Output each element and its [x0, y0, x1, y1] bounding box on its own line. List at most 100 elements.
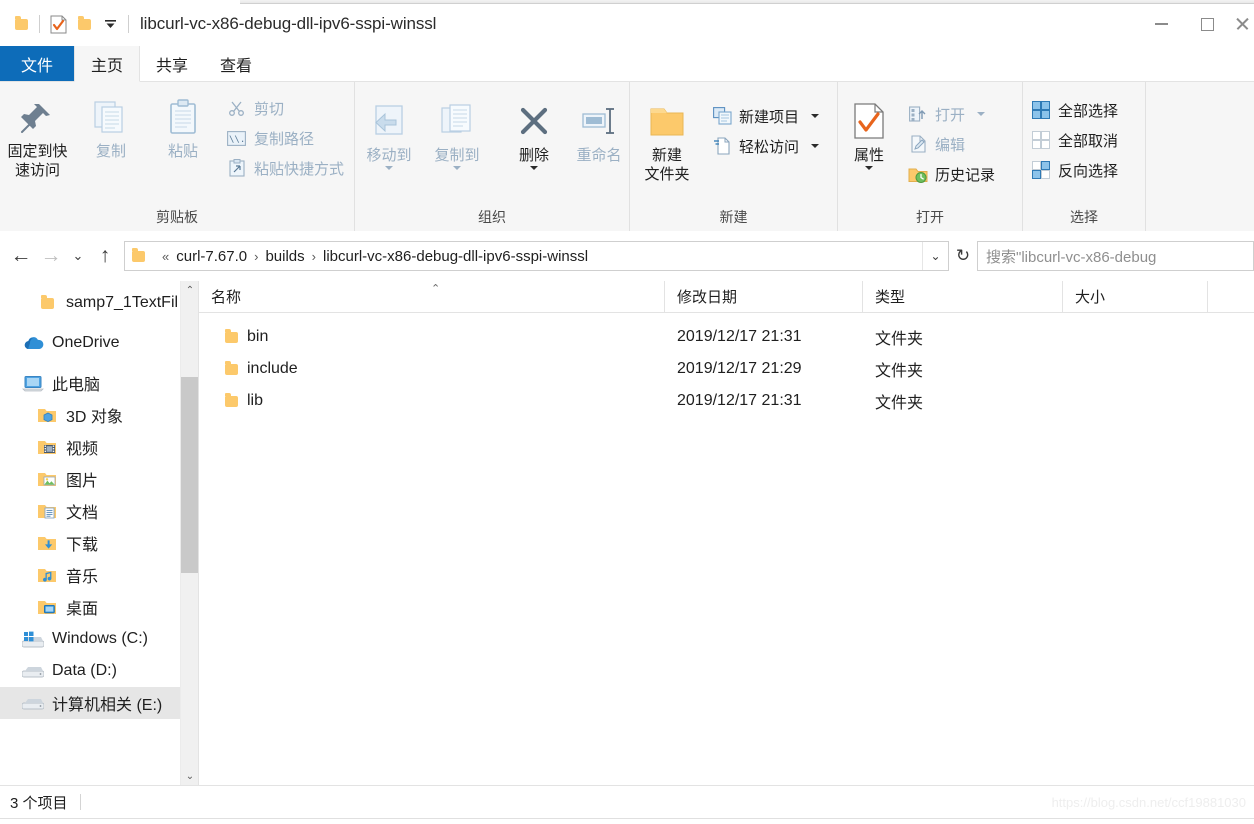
- breadcrumb-overflow[interactable]: «: [157, 249, 174, 264]
- sidebar-item-3d-objects[interactable]: 3D 对象: [0, 399, 198, 431]
- sidebar-item-pictures[interactable]: 图片: [0, 463, 198, 495]
- copy-button[interactable]: 复制: [75, 86, 147, 161]
- rename-label: 重命名: [563, 146, 635, 165]
- maximize-button[interactable]: [1184, 9, 1230, 39]
- move-to-button[interactable]: 移动到: [355, 90, 423, 170]
- copy-to-caret-icon[interactable]: [453, 166, 461, 170]
- customize-caret-icon[interactable]: [97, 11, 123, 37]
- new-folder-button[interactable]: 新建 文件夹: [630, 90, 704, 184]
- sidebar-item-label: 下载: [66, 531, 98, 555]
- sidebar-item-music[interactable]: 音乐: [0, 559, 198, 591]
- move-to-label: 移动到: [353, 146, 425, 165]
- breadcrumb-sep-0[interactable]: ›: [249, 249, 263, 264]
- new-item-button[interactable]: 新建项目: [708, 102, 823, 130]
- sidebar-item-samp7-1textfil[interactable]: samp7_1TextFil: [0, 287, 198, 319]
- folder-icon[interactable]: [8, 11, 34, 37]
- minimize-button[interactable]: [1138, 9, 1184, 39]
- sidebar-item-onedrive[interactable]: OneDrive: [0, 327, 198, 359]
- paste-shortcut-button[interactable]: 粘贴快捷方式: [223, 154, 348, 182]
- scissors-icon: [227, 98, 247, 118]
- up-button[interactable]: ↑: [90, 241, 120, 271]
- paste-shortcut-icon: [227, 158, 247, 178]
- folder-icon: [225, 396, 238, 407]
- address-folder-icon: [125, 251, 151, 262]
- easy-access-button[interactable]: 轻松访问: [708, 132, 823, 160]
- toolbar-divider-2: [128, 15, 129, 33]
- recent-locations-button[interactable]: ⌄: [66, 241, 90, 271]
- refresh-button[interactable]: ↻: [949, 241, 977, 271]
- scroll-thumb[interactable]: [181, 377, 198, 573]
- delete-button[interactable]: 删除: [503, 90, 565, 170]
- column-header-name[interactable]: 名称 ⌃: [199, 281, 665, 312]
- address-dropdown-icon[interactable]: ⌄: [922, 242, 948, 270]
- sidebar-item-downloads[interactable]: 下载: [0, 527, 198, 559]
- forward-button[interactable]: →: [36, 241, 66, 271]
- properties-caret-icon[interactable]: [865, 166, 873, 170]
- background-window-sliver: [240, 0, 1254, 4]
- pin-to-quick-access-button[interactable]: 固定到快 速访问: [0, 86, 75, 180]
- sidebar-item-windows-c[interactable]: Windows (C:): [0, 623, 198, 655]
- navigation-scrollbar[interactable]: ⌃ ⌄: [180, 281, 198, 785]
- edit-button[interactable]: 编辑: [904, 130, 999, 158]
- back-button[interactable]: ←: [6, 241, 36, 271]
- group-title-organize: 组织: [355, 207, 629, 231]
- select-all-button[interactable]: 全部选择: [1027, 96, 1122, 124]
- tab-file[interactable]: 文件: [0, 46, 74, 81]
- move-to-caret-icon[interactable]: [385, 166, 393, 170]
- search-input[interactable]: 搜索"libcurl-vc-x86-debug: [977, 241, 1254, 271]
- scroll-up-arrow-icon[interactable]: ⌃: [181, 281, 198, 299]
- table-row[interactable]: bin 2019/12/17 21:31 文件夹: [199, 321, 1254, 353]
- breadcrumb-item-2[interactable]: libcurl-vc-x86-debug-dll-ipv6-sspi-winss…: [321, 248, 590, 265]
- new-item-caret-icon[interactable]: [811, 114, 819, 118]
- scroll-down-arrow-icon[interactable]: ⌄: [181, 767, 198, 785]
- sidebar-item-documents[interactable]: 文档: [0, 495, 198, 527]
- sidebar-item-computer-e[interactable]: 计算机相关 (E:): [0, 687, 198, 719]
- copy-to-button[interactable]: 复制到: [423, 90, 491, 170]
- column-header-date[interactable]: 修改日期: [665, 281, 863, 312]
- maximize-icon: [1201, 18, 1214, 31]
- file-name-label: lib: [247, 392, 263, 410]
- table-row[interactable]: include 2019/12/17 21:29 文件夹: [199, 353, 1254, 385]
- properties-icon[interactable]: [45, 11, 71, 37]
- open-small-buttons: 打开 编辑: [900, 90, 1005, 188]
- open-button[interactable]: 打开: [904, 100, 999, 128]
- sidebar-item-desktop[interactable]: 桌面: [0, 591, 198, 623]
- tab-view[interactable]: 查看: [204, 46, 268, 81]
- cut-button[interactable]: 剪切: [223, 94, 348, 122]
- copy-label: 复制: [75, 142, 147, 161]
- file-name-label: include: [247, 360, 298, 378]
- tab-share[interactable]: 共享: [140, 46, 204, 81]
- invert-selection-button[interactable]: 反向选择: [1027, 156, 1122, 184]
- copy-path-button[interactable]: \\.. 复制路径: [223, 124, 348, 152]
- close-button[interactable]: [1230, 9, 1254, 39]
- new-folder-big-icon: [647, 98, 687, 144]
- sidebar-item-this-pc[interactable]: 此电脑: [0, 367, 198, 399]
- windows-drive-icon: [22, 628, 44, 650]
- close-icon: [1235, 17, 1249, 31]
- tab-home[interactable]: 主页: [74, 46, 140, 82]
- rename-button[interactable]: 重命名: [565, 90, 633, 165]
- delete-caret-icon[interactable]: [530, 166, 538, 170]
- folder-videos-icon: [36, 436, 58, 458]
- folder-documents-icon: [36, 500, 58, 522]
- address-bar[interactable]: « curl-7.67.0 › builds › libcurl-vc-x86-…: [124, 241, 949, 271]
- column-header-size[interactable]: 大小: [1063, 281, 1208, 312]
- minimize-icon: [1155, 23, 1168, 25]
- properties-button[interactable]: 属性: [838, 90, 900, 170]
- sidebar-item-data-d[interactable]: Data (D:): [0, 655, 198, 687]
- select-none-button[interactable]: 全部取消: [1027, 126, 1122, 154]
- paste-button[interactable]: 粘贴: [147, 86, 219, 161]
- breadcrumb-sep-1[interactable]: ›: [307, 249, 321, 264]
- copy-path-label: 复制路径: [254, 128, 314, 149]
- sidebar-item-label: 音乐: [66, 563, 98, 587]
- table-row[interactable]: lib 2019/12/17 21:31 文件夹: [199, 385, 1254, 417]
- ribbon-tabs: 文件 主页 共享 查看: [0, 46, 1254, 82]
- history-button[interactable]: 历史记录: [904, 160, 999, 188]
- sidebar-item-videos[interactable]: 视频: [0, 431, 198, 463]
- breadcrumb-item-1[interactable]: builds: [263, 248, 306, 265]
- open-caret-icon[interactable]: [977, 112, 985, 116]
- column-header-type[interactable]: 类型: [863, 281, 1063, 312]
- new-folder-icon[interactable]: [71, 11, 97, 37]
- easy-access-caret-icon[interactable]: [811, 144, 819, 148]
- breadcrumb-item-0[interactable]: curl-7.67.0: [174, 248, 249, 265]
